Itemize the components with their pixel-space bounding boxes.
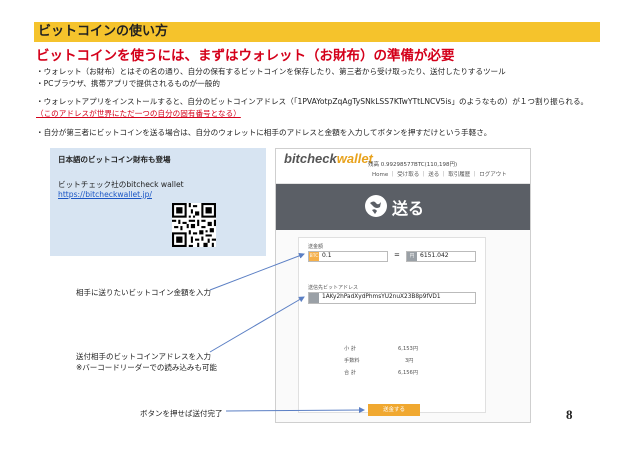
arrow-button <box>225 407 365 414</box>
arrow-amount <box>209 252 305 291</box>
page-number: 8 <box>566 407 573 422</box>
callout-arrows <box>209 252 365 414</box>
arrow-address <box>209 296 305 353</box>
